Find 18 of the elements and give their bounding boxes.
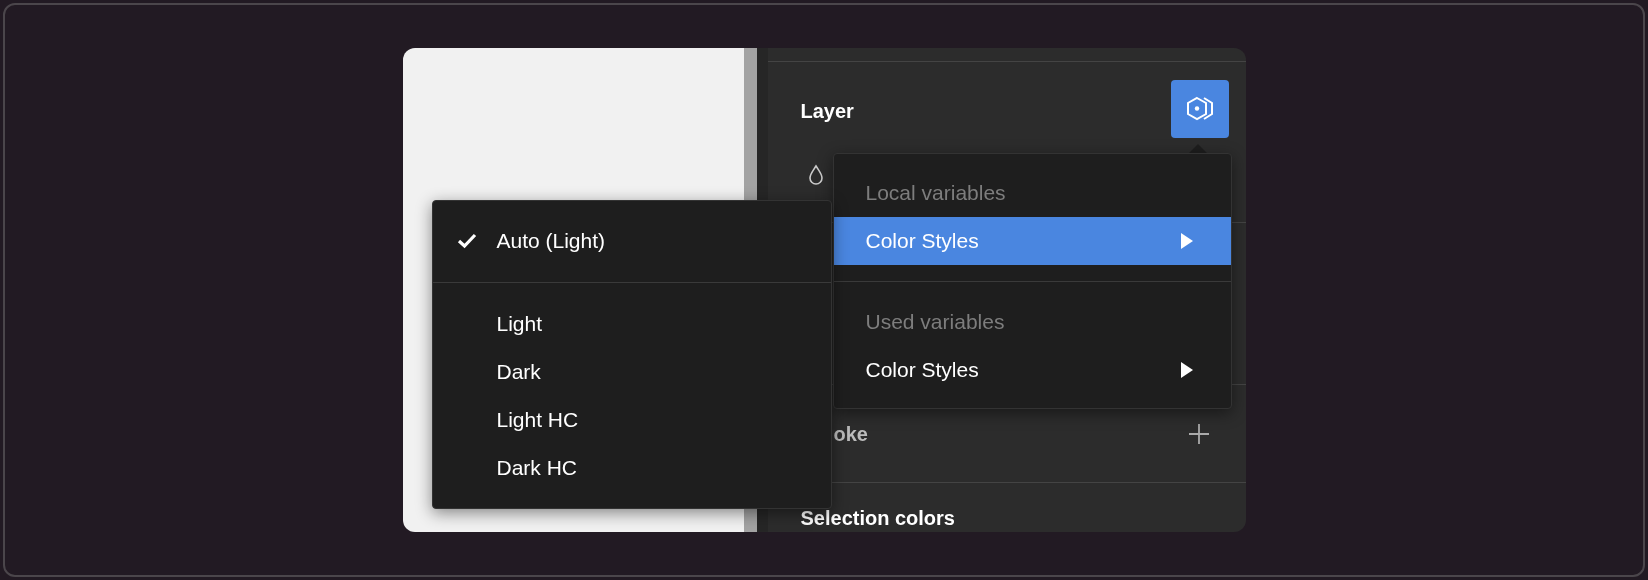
menu-item[interactable]: Color Styles <box>833 346 1231 394</box>
menu-heading: Used variables <box>864 309 1006 336</box>
menu-item[interactable]: Light HC <box>432 396 831 444</box>
section-title: Layer <box>800 99 854 124</box>
menu-item[interactable]: Color Styles <box>833 217 1231 265</box>
submenu-arrow-icon <box>1180 362 1193 378</box>
menu-item[interactable]: Dark HC <box>432 444 831 492</box>
variables-button[interactable] <box>1170 80 1229 138</box>
section-title: oke <box>833 421 868 447</box>
menu-heading: Local variables <box>864 180 1007 207</box>
droplet-icon <box>807 163 824 186</box>
menu-item[interactable]: Dark <box>432 348 831 396</box>
section-title: Selection colors <box>800 506 955 531</box>
menu-item[interactable]: Auto (Light) <box>432 217 831 265</box>
plus-icon[interactable] <box>1187 422 1210 445</box>
hexagon-icon <box>1184 95 1215 123</box>
menu-item[interactable]: Light <box>432 300 831 348</box>
submenu-arrow-icon <box>1180 233 1193 249</box>
